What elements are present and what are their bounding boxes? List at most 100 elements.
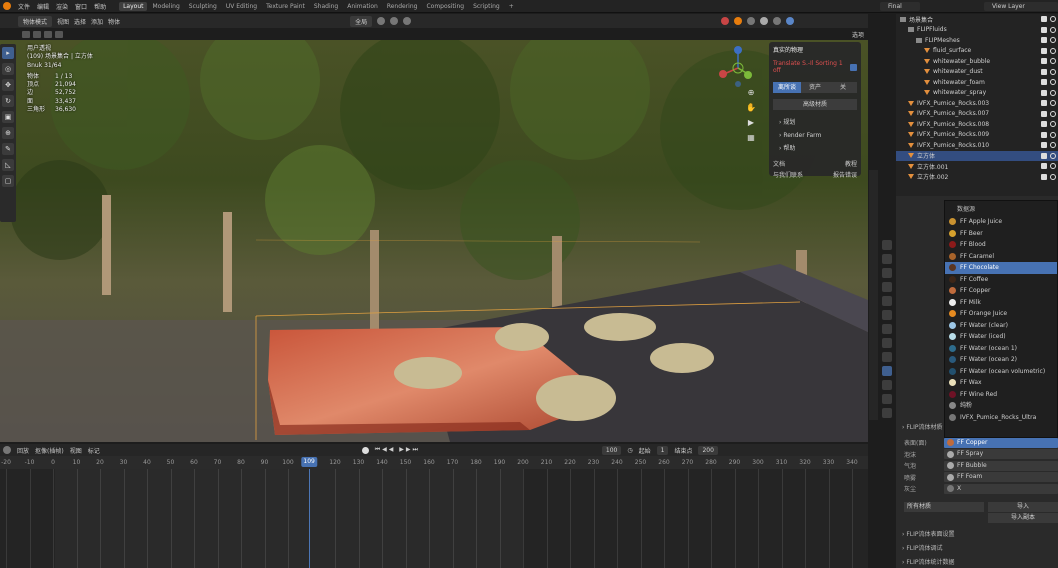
outliner-row[interactable]: IVFX_Pumice_Rocks.009 bbox=[896, 130, 1058, 141]
material-field-value[interactable]: X bbox=[944, 483, 1058, 494]
select-invert-icon[interactable] bbox=[55, 31, 63, 38]
eye-icon[interactable] bbox=[1050, 100, 1056, 106]
material-option[interactable]: FF Water (ocean 1) bbox=[945, 343, 1057, 355]
material-option[interactable]: FF Apple Juice bbox=[945, 216, 1057, 228]
tab-assets[interactable]: 资产 bbox=[801, 82, 829, 93]
menu-render[interactable]: 渲染 bbox=[56, 2, 68, 11]
data-prop-icon[interactable] bbox=[882, 394, 892, 404]
advanced-material-button[interactable]: 高级材质 bbox=[773, 99, 857, 110]
tool-prop-icon[interactable] bbox=[882, 240, 892, 250]
outliner-row[interactable]: fluid_surface bbox=[896, 46, 1058, 57]
tab-close[interactable]: 关 bbox=[829, 82, 857, 93]
end-frame-field[interactable]: 200 bbox=[698, 445, 718, 455]
material-option[interactable]: 纯粉 bbox=[945, 400, 1057, 412]
tab-compositing[interactable]: Compositing bbox=[422, 2, 468, 11]
mode-dropdown[interactable]: 物体模式 bbox=[18, 15, 53, 27]
particles-prop-icon[interactable] bbox=[882, 352, 892, 362]
tab-library[interactable]: 离所谈 bbox=[773, 82, 801, 93]
constraints-prop-icon[interactable] bbox=[882, 380, 892, 390]
material-option[interactable]: FF Beer bbox=[945, 228, 1057, 240]
material-field-value[interactable]: FF Copper bbox=[944, 437, 1058, 448]
exclude-checkbox[interactable] bbox=[1041, 110, 1047, 117]
timeline-ruler[interactable]: -20 -10 0 10 20 30 40 50 60 70 80 90 100 109 120 130 140… bbox=[0, 456, 868, 469]
annotate-tool-icon[interactable]: ✎ bbox=[2, 143, 14, 155]
transform-tool-icon[interactable]: ⊕ bbox=[2, 127, 14, 139]
eye-icon[interactable] bbox=[1050, 173, 1056, 180]
material-prop-icon[interactable] bbox=[882, 408, 892, 418]
timeline-tracks[interactable] bbox=[0, 469, 868, 568]
tab-scripting[interactable]: Scripting bbox=[469, 2, 504, 11]
section-help[interactable]: › 帮助 bbox=[773, 142, 857, 155]
contact-link[interactable]: 与我们联系 bbox=[773, 170, 803, 181]
transform-orientation-dropdown[interactable]: 全局 bbox=[350, 15, 373, 27]
eye-icon[interactable] bbox=[1050, 131, 1056, 138]
select-subtract-icon[interactable] bbox=[44, 31, 52, 38]
outliner-row[interactable]: whitewater_bubble bbox=[896, 56, 1058, 67]
current-frame-marker[interactable]: 109 bbox=[301, 457, 317, 467]
section-flip-debug[interactable]: › FLIP流体调试 bbox=[902, 542, 943, 556]
add-workspace-button[interactable]: + bbox=[505, 2, 518, 11]
material-option[interactable]: FF Water (iced) bbox=[945, 331, 1057, 343]
pan-hand-icon[interactable]: ✋ bbox=[746, 103, 756, 113]
outliner-row[interactable]: 场景集合 bbox=[896, 14, 1058, 25]
exclude-checkbox[interactable] bbox=[1041, 37, 1047, 43]
exclude-checkbox[interactable] bbox=[1041, 121, 1047, 127]
tab-layout[interactable]: Layout bbox=[119, 1, 148, 11]
exclude-checkbox[interactable] bbox=[1041, 131, 1047, 138]
material-option[interactable]: IVFX_Pumice_Rocks_Ultra bbox=[945, 412, 1057, 424]
modifier-prop-icon[interactable] bbox=[882, 338, 892, 348]
sidebar-tabs[interactable] bbox=[869, 170, 878, 420]
start-frame-field[interactable]: 1 bbox=[656, 445, 669, 455]
vp-menu-view[interactable]: 视图 bbox=[57, 17, 69, 26]
tl-menu-playback[interactable]: 回放 bbox=[17, 446, 29, 455]
rotate-tool-icon[interactable]: ↻ bbox=[2, 95, 14, 107]
ortho-grid-icon[interactable]: ▦ bbox=[746, 133, 756, 143]
camera-icon[interactable]: ▶ bbox=[746, 118, 756, 128]
proportional-edit-icon[interactable] bbox=[403, 17, 412, 25]
tab-modeling[interactable]: Modeling bbox=[148, 2, 183, 11]
menu-window[interactable]: 窗口 bbox=[75, 2, 87, 11]
material-option[interactable]: FF Blood bbox=[945, 239, 1057, 251]
blender-logo-icon[interactable] bbox=[3, 2, 11, 10]
eye-icon[interactable] bbox=[1050, 142, 1056, 148]
tab-animation[interactable]: Animation bbox=[343, 2, 382, 11]
material-option[interactable]: FF Chocolate bbox=[945, 262, 1057, 274]
record-icon[interactable] bbox=[361, 446, 369, 454]
shading-material-icon[interactable] bbox=[773, 17, 782, 25]
vp-menu-select[interactable]: 选择 bbox=[74, 17, 86, 26]
outliner-row[interactable]: whitewater_foam bbox=[896, 77, 1058, 88]
current-frame-field[interactable]: 100 bbox=[601, 445, 622, 455]
exclude-checkbox[interactable] bbox=[1041, 163, 1047, 169]
eye-icon[interactable] bbox=[1050, 121, 1056, 127]
world-prop-icon[interactable] bbox=[882, 310, 892, 320]
material-option[interactable]: FF Coffee bbox=[945, 274, 1057, 286]
editor-type-icon[interactable] bbox=[3, 446, 11, 454]
exclude-checkbox[interactable] bbox=[1041, 58, 1047, 64]
material-option[interactable]: FF Water (ocean volumetric) bbox=[945, 366, 1057, 378]
section-render-farm[interactable]: › Render Farm bbox=[773, 129, 857, 142]
import-copy-button[interactable]: 导入副本 bbox=[988, 513, 1058, 523]
material-option[interactable]: FF Water (ocean 2) bbox=[945, 354, 1057, 366]
menu-file[interactable]: 文件 bbox=[18, 2, 30, 11]
tab-uv-editing[interactable]: UV Editing bbox=[222, 2, 261, 11]
outliner-row[interactable]: 立方体.002 bbox=[896, 172, 1058, 183]
options-dropdown[interactable]: 选项 bbox=[852, 30, 864, 39]
eye-icon[interactable] bbox=[1050, 58, 1056, 64]
material-field-value[interactable]: FF Foam bbox=[944, 472, 1058, 483]
exclude-checkbox[interactable] bbox=[1041, 173, 1047, 180]
section-plan[interactable]: › 规划 bbox=[773, 116, 857, 129]
docs-link[interactable]: 文档 bbox=[773, 159, 785, 170]
tl-menu-view[interactable]: 视图 bbox=[70, 446, 82, 455]
outliner-row[interactable]: IVFX_Pumice_Rocks.003 bbox=[896, 98, 1058, 109]
render-prop-icon[interactable] bbox=[882, 254, 892, 264]
measure-tool-icon[interactable]: ◺ bbox=[2, 159, 14, 171]
cursor-tool-icon[interactable]: ◎ bbox=[2, 63, 14, 75]
eye-icon[interactable] bbox=[1050, 79, 1056, 85]
output-prop-icon[interactable] bbox=[882, 268, 892, 278]
shading-rendered-icon[interactable] bbox=[786, 17, 795, 25]
exclude-checkbox[interactable] bbox=[1041, 100, 1047, 106]
tab-shading[interactable]: Shading bbox=[310, 2, 342, 11]
playback-controls[interactable]: ⏮◀◀ ▶▶⏭ bbox=[375, 446, 420, 454]
report-bug-link[interactable]: 报告错误 bbox=[833, 170, 857, 181]
outliner-row[interactable]: 立方体 bbox=[896, 150, 1058, 161]
